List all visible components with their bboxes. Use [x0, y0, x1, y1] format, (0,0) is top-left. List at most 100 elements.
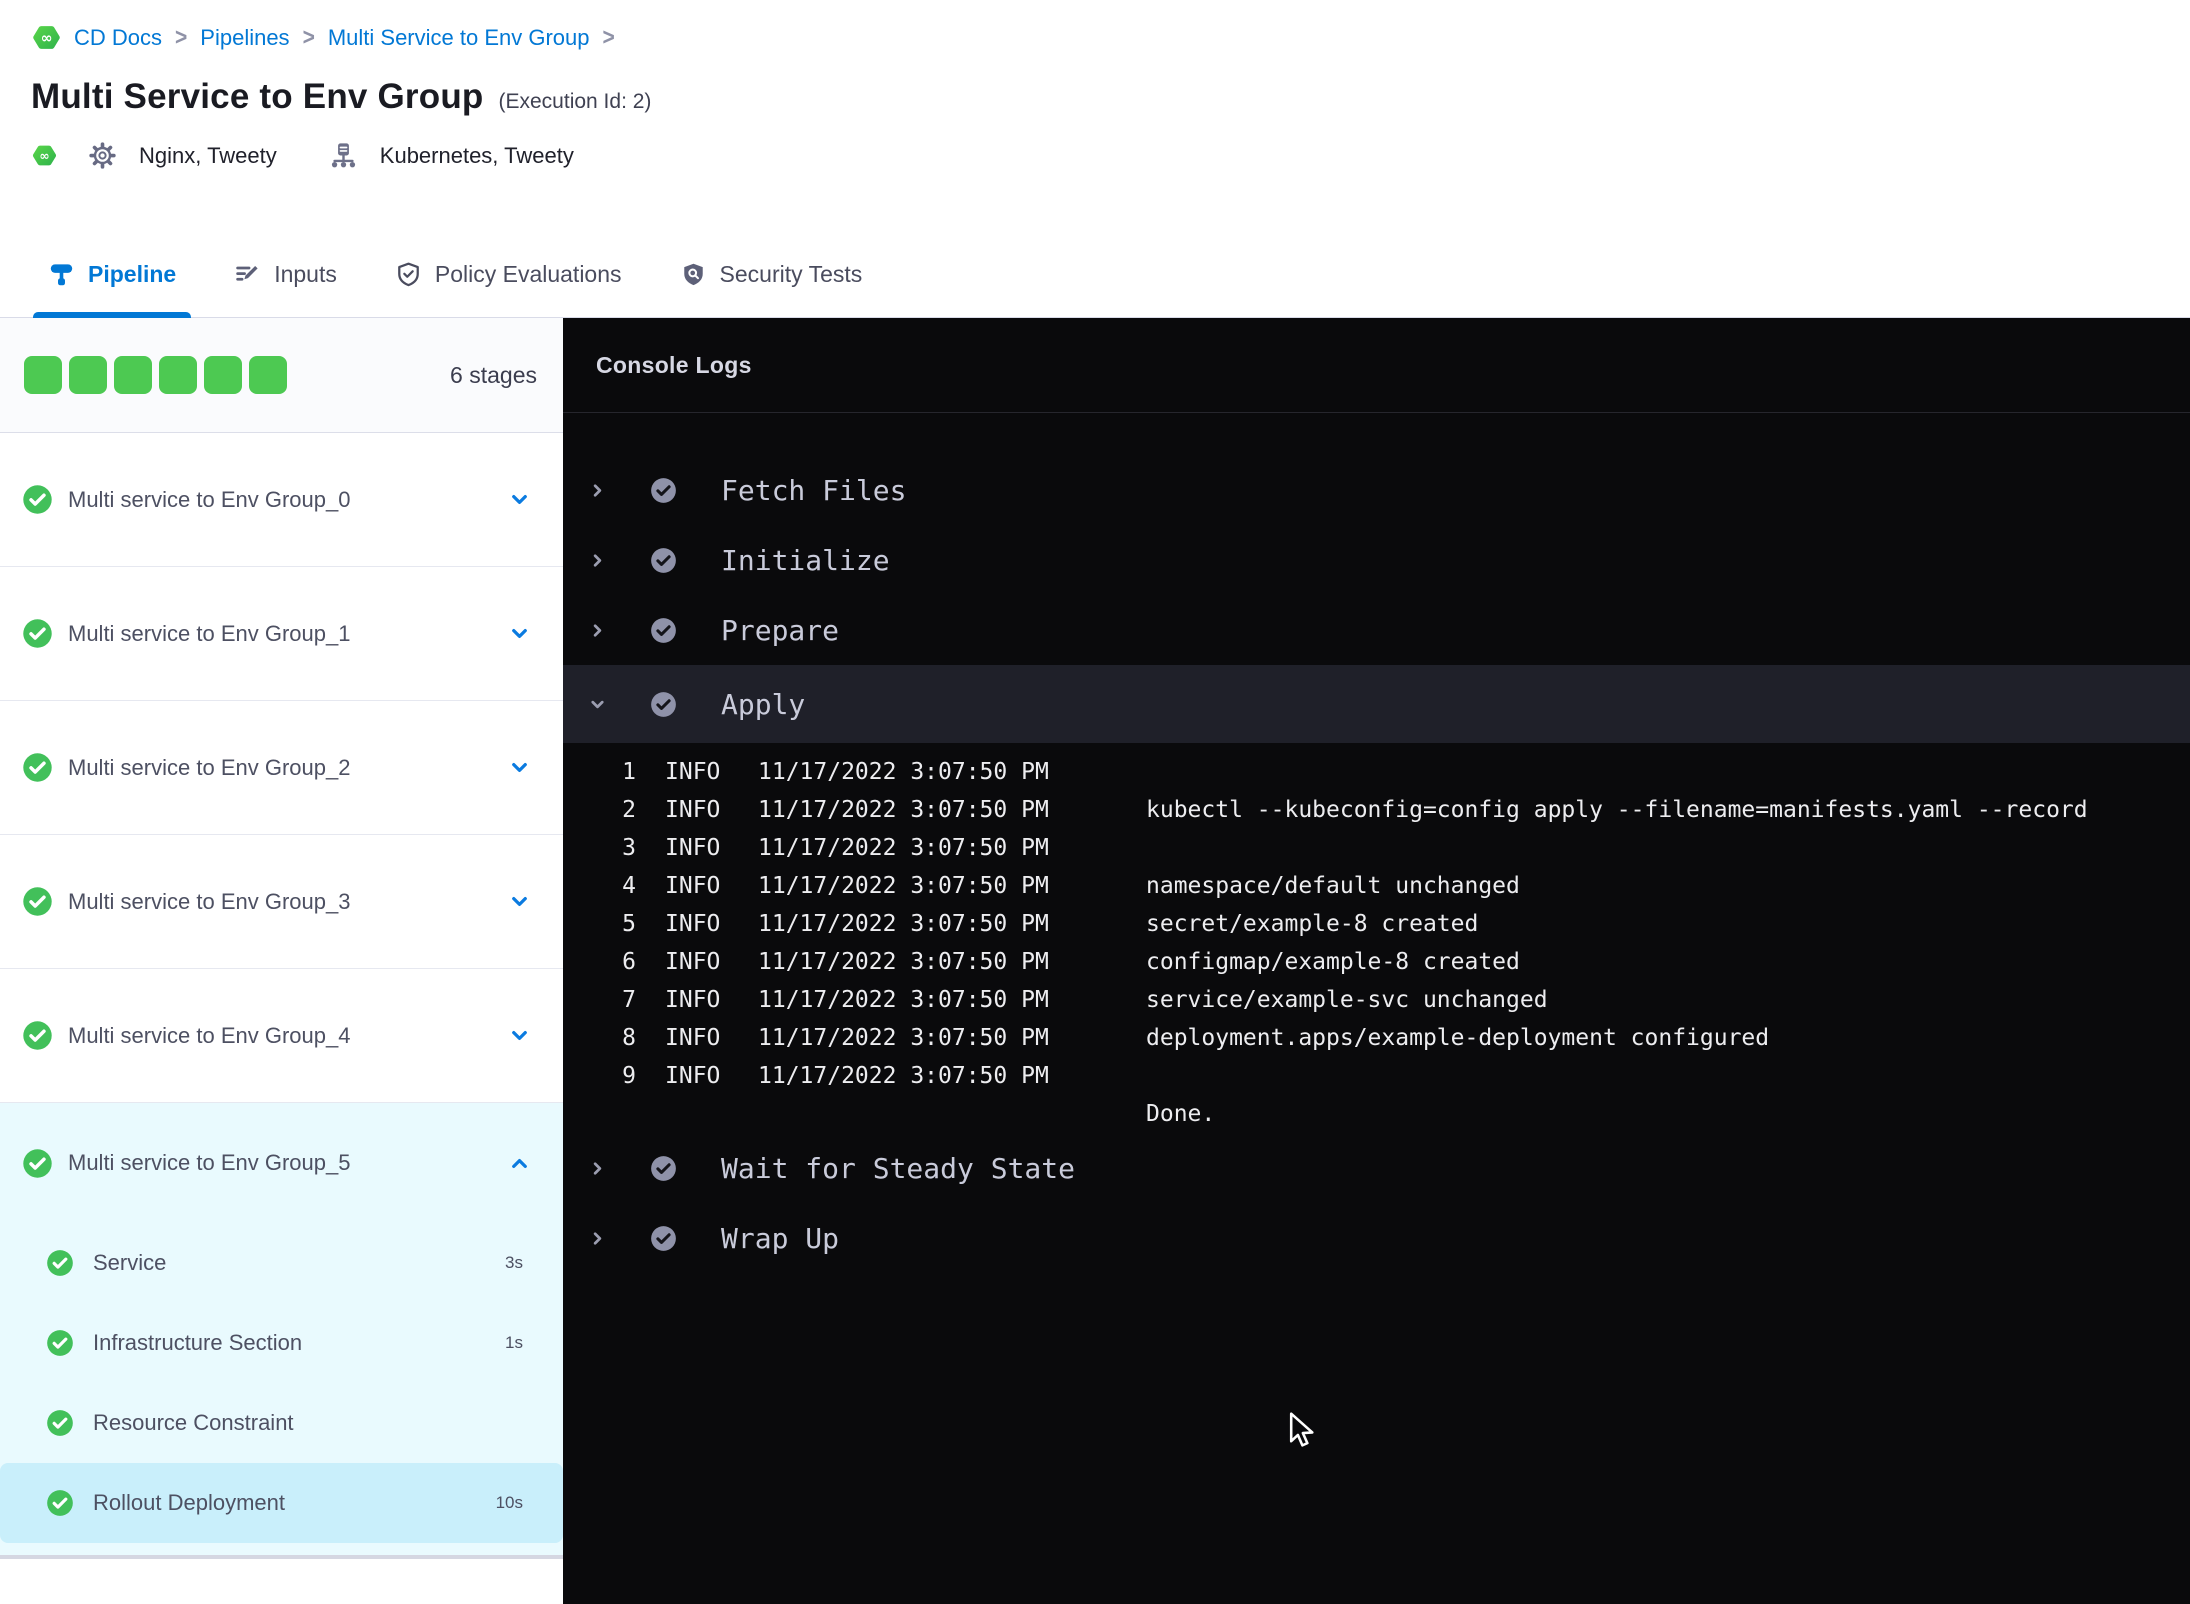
shield-check-icon: [395, 261, 422, 288]
log-message: secret/example-8 created: [1146, 911, 1479, 937]
chevron-down-icon[interactable]: [508, 622, 531, 645]
log-line: Done.: [563, 1095, 2190, 1133]
step-row-resource-constraint[interactable]: Resource Constraint: [0, 1383, 563, 1463]
cd-module-icon: ∞: [31, 142, 58, 169]
console-step-wrap-up[interactable]: Wrap Up: [563, 1203, 2190, 1273]
breadcrumb-separator-icon: >: [602, 23, 615, 51]
stage-label: Multi service to Env Group_3: [68, 888, 351, 914]
console-step-label: Prepare: [721, 613, 840, 647]
chevron-right-icon[interactable]: [588, 551, 610, 570]
breadcrumb-link-multi-service-to-env-group[interactable]: Multi Service to Env Group: [328, 25, 590, 51]
log-timestamp: 11/17/2022 3:07:50 PM: [758, 873, 1049, 899]
stage-row-multi-service-to-env-group-2[interactable]: Multi service to Env Group_2: [0, 701, 563, 835]
log-timestamp: 11/17/2022 3:07:50 PM: [758, 911, 1049, 937]
stage-label: Multi service to Env Group_4: [68, 1022, 351, 1048]
step-row-service[interactable]: Service 3s: [0, 1223, 563, 1303]
chevron-right-icon[interactable]: [588, 481, 610, 500]
page-header: ∞ CD Docs > Pipelines > Multi Service to Env…: [0, 0, 2190, 231]
log-level: INFO: [665, 759, 721, 785]
log-line-number: 3: [622, 835, 636, 861]
console-step-label: Wait for Steady State: [721, 1151, 1076, 1185]
chevron-down-icon[interactable]: [508, 756, 531, 779]
console-step-fetch-files[interactable]: Fetch Files: [563, 455, 2190, 525]
tab-inputs[interactable]: Inputs: [234, 231, 337, 317]
chevron-up-icon[interactable]: [508, 1152, 531, 1175]
log-output: 1 INFO 11/17/2022 3:07:50 PM 2 INFO 11/17/202…: [563, 743, 2190, 1133]
log-level: INFO: [665, 797, 721, 823]
stage-label: Multi service to Env Group_5: [68, 1150, 351, 1175]
log-level: INFO: [665, 949, 721, 975]
stage-row-multi-service-to-env-group-0[interactable]: Multi service to Env Group_0: [0, 433, 563, 567]
log-timestamp: 11/17/2022 3:07:50 PM: [758, 759, 1049, 785]
stages-summary: 6 stages: [0, 318, 563, 433]
chevron-down-icon[interactable]: [508, 890, 531, 913]
stage-square-5[interactable]: [249, 356, 287, 394]
success-check-icon: [650, 1155, 677, 1182]
harness-cd-module-icon: ∞: [31, 22, 62, 53]
log-line-number: 8: [622, 1025, 636, 1051]
console-step-apply[interactable]: Apply: [563, 665, 2190, 743]
tab-policy-evaluations[interactable]: Policy Evaluations: [395, 231, 622, 317]
svg-text:∞: ∞: [41, 31, 53, 47]
svg-text:∞: ∞: [39, 149, 49, 163]
log-line-number: 4: [622, 873, 636, 899]
stage-row-multi-service-to-env-group-5[interactable]: Multi service to Env Group_5: [0, 1103, 563, 1223]
stage-row-multi-service-to-env-group-1[interactable]: Multi service to Env Group_1: [0, 567, 563, 701]
step-row-infrastructure-section[interactable]: Infrastructure Section 1s: [0, 1303, 563, 1383]
log-line-number: 2: [622, 797, 636, 823]
success-check-icon: [22, 1020, 53, 1051]
breadcrumb-link-cd-docs[interactable]: CD Docs: [74, 25, 162, 51]
stage-label: Multi service to Env Group_0: [68, 486, 351, 512]
chevron-right-icon[interactable]: [588, 621, 610, 640]
log-line: 3 INFO 11/17/2022 3:07:50 PM: [563, 829, 2190, 867]
tab-security-tests[interactable]: Security Tests: [680, 231, 862, 317]
log-message: service/example-svc unchanged: [1146, 987, 1548, 1013]
log-line-number: 9: [622, 1063, 636, 1089]
stage-square-1[interactable]: [69, 356, 107, 394]
console-body: Fetch Files Initialize Prepare Apply 1 INF…: [563, 413, 2190, 1273]
tab-pipeline[interactable]: Pipeline: [32, 231, 192, 318]
log-line: 9 INFO 11/17/2022 3:07:50 PM: [563, 1057, 2190, 1095]
stage-row-multi-service-to-env-group-3[interactable]: Multi service to Env Group_3: [0, 835, 563, 969]
log-line-number: 6: [622, 949, 636, 975]
console-logs-panel: Console Logs Fetch Files Initialize Prep…: [563, 318, 2190, 1604]
page-title: Multi Service to Env Group: [31, 77, 484, 116]
log-line-number: 7: [622, 987, 636, 1013]
log-message: namespace/default unchanged: [1146, 873, 1520, 899]
stage-square-4[interactable]: [204, 356, 242, 394]
chevron-down-icon[interactable]: [588, 695, 610, 714]
console-step-prepare[interactable]: Prepare: [563, 595, 2190, 665]
success-check-icon: [22, 752, 53, 783]
log-level: INFO: [665, 873, 721, 899]
stage-square-0[interactable]: [24, 356, 62, 394]
log-level: INFO: [665, 911, 721, 937]
stage-square-3[interactable]: [159, 356, 197, 394]
log-level: INFO: [665, 1025, 721, 1051]
mouse-cursor: [1288, 1412, 1320, 1454]
expanded-stage-multi-service-to-env-group-5: Multi service to Env Group_5 Service 3s I…: [0, 1103, 563, 1555]
stage-square-2[interactable]: [114, 356, 152, 394]
gear-icon: [88, 141, 117, 170]
breadcrumb-link-pipelines[interactable]: Pipelines: [200, 25, 289, 51]
chevron-right-icon[interactable]: [588, 1229, 610, 1248]
tab-label: Inputs: [274, 260, 337, 287]
log-line: 5 INFO 11/17/2022 3:07:50 PM secret/example…: [563, 905, 2190, 943]
chevron-down-icon[interactable]: [508, 488, 531, 511]
stage-row-multi-service-to-env-group-4[interactable]: Multi service to Env Group_4: [0, 969, 563, 1103]
log-line: 1 INFO 11/17/2022 3:07:50 PM: [563, 753, 2190, 791]
step-label: Resource Constraint: [93, 1410, 294, 1435]
console-step-wait-for-steady-state[interactable]: Wait for Steady State: [563, 1133, 2190, 1203]
console-step-initialize[interactable]: Initialize: [563, 525, 2190, 595]
console-step-label: Apply: [721, 687, 806, 721]
log-level: INFO: [665, 987, 721, 1013]
success-check-icon: [650, 477, 677, 504]
tab-label: Policy Evaluations: [434, 260, 622, 287]
success-check-icon: [650, 547, 677, 574]
step-label: Infrastructure Section: [93, 1330, 303, 1355]
console-header: Console Logs: [563, 318, 2190, 413]
success-check-icon: [46, 1249, 74, 1277]
chevron-right-icon[interactable]: [588, 1159, 610, 1178]
step-row-rollout-deployment[interactable]: Rollout Deployment 10s: [0, 1463, 563, 1543]
log-timestamp: 11/17/2022 3:07:50 PM: [758, 1063, 1049, 1089]
chevron-down-icon[interactable]: [508, 1024, 531, 1047]
